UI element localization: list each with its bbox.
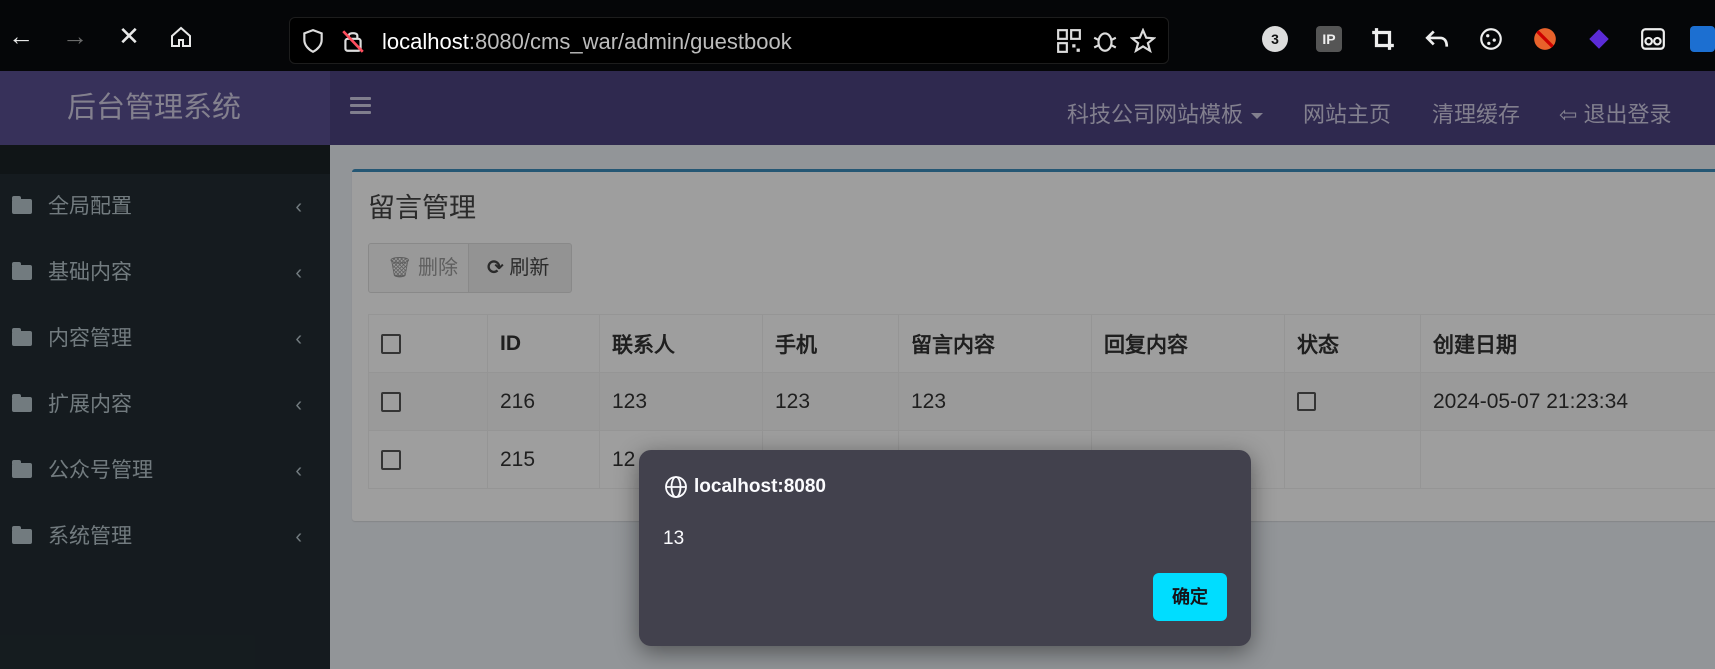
dialog-message: 13	[663, 528, 685, 549]
alert-dialog: localhost:8080 13 确定	[639, 450, 1251, 646]
back-icon[interactable]: ←	[6, 22, 36, 52]
address-bar[interactable]: localhost:8080/cms_war/admin/guestbook	[289, 17, 1169, 64]
home-icon[interactable]	[166, 22, 196, 52]
undo-icon[interactable]	[1424, 26, 1450, 52]
forward-icon[interactable]: →	[60, 22, 90, 52]
diamond-extension-icon[interactable]	[1586, 26, 1612, 52]
insecure-lock-icon[interactable]	[340, 28, 366, 54]
browser-toolbar: ← → ✕ localhost:8080/cms_war/admin/guest…	[0, 0, 1715, 71]
blocker-extension-icon[interactable]	[1532, 26, 1558, 52]
zoom-extension-icon[interactable]	[1690, 26, 1715, 52]
ip-extension-icon[interactable]: IP	[1316, 26, 1342, 52]
stop-loading-icon[interactable]: ✕	[114, 22, 144, 52]
cookie-icon[interactable]	[1478, 26, 1504, 52]
crop-icon[interactable]	[1370, 26, 1396, 52]
url-text[interactable]: localhost:8080/cms_war/admin/guestbook	[382, 29, 792, 55]
bug-icon[interactable]	[1092, 28, 1118, 54]
bookmark-star-icon[interactable]	[1130, 28, 1156, 54]
reader-extension-icon[interactable]	[1640, 26, 1666, 52]
qr-code-icon[interactable]	[1056, 28, 1082, 54]
badge-count-icon[interactable]: 3	[1262, 26, 1288, 52]
dialog-origin: localhost:8080	[694, 476, 826, 497]
shield-icon[interactable]	[300, 28, 326, 54]
ok-button[interactable]: 确定	[1153, 573, 1227, 621]
